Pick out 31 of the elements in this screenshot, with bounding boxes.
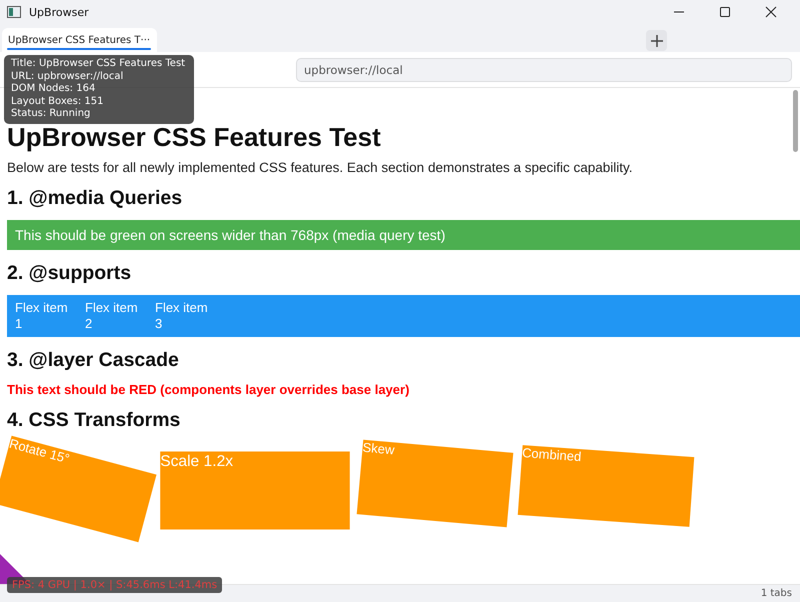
transformed-box: Rotate 15° bbox=[0, 436, 156, 542]
cascade-test-text: This text should be RED (components layer overrides base layer) bbox=[7, 382, 410, 397]
tab-count: 1 tabs bbox=[760, 588, 792, 599]
performance-overlay: FPS: 4 GPU | 1.0× | S:45.6ms L:41.4ms bbox=[7, 577, 222, 593]
maximize-icon[interactable] bbox=[719, 6, 731, 18]
tooltip-line: URL: upbrowser://local bbox=[11, 70, 124, 83]
page-heading: UpBrowser CSS Features Test bbox=[7, 122, 381, 152]
window-title: UpBrowser bbox=[29, 6, 89, 18]
plus-icon[interactable] bbox=[650, 34, 664, 48]
tooltip-line: Title: UpBrowser CSS Features Test bbox=[11, 58, 186, 70]
flex-item: Flex item 2 bbox=[85, 300, 139, 332]
tooltip-line: Layout Boxes: 151 bbox=[11, 96, 104, 108]
tooltip-line: DOM Nodes: 164 bbox=[11, 83, 96, 96]
browser-tab[interactable]: UpBrowser CSS Features T··· bbox=[2, 28, 157, 52]
flex-item: Flex item 3 bbox=[155, 300, 209, 332]
transformed-box: Combined bbox=[518, 445, 694, 527]
media-query-banner: This should be green on screens wider than 768px (media query test) bbox=[7, 220, 800, 250]
new-tab-button[interactable] bbox=[646, 30, 667, 51]
scrollbar-thumb[interactable] bbox=[793, 90, 798, 152]
address-field[interactable]: upbrowser://local bbox=[296, 58, 792, 82]
tooltip-line: Status: Running bbox=[11, 108, 92, 120]
section-heading: 2. @supports bbox=[7, 262, 132, 285]
close-icon[interactable] bbox=[765, 6, 777, 18]
section-heading: 3. @layer Cascade bbox=[7, 349, 180, 372]
transformed-box: Skew bbox=[356, 440, 514, 528]
transformed-box: Scale 1.2x bbox=[160, 452, 350, 530]
intro-paragraph: Below are tests for all newly implemented CSS features. Each section demonstrates a specific capability. bbox=[7, 160, 634, 175]
flex-item: Flex item 1 bbox=[15, 300, 69, 332]
app-icon bbox=[7, 6, 21, 18]
section-heading: 1. @media Queries bbox=[7, 187, 184, 210]
section-heading: 4. CSS Transforms bbox=[7, 409, 182, 432]
